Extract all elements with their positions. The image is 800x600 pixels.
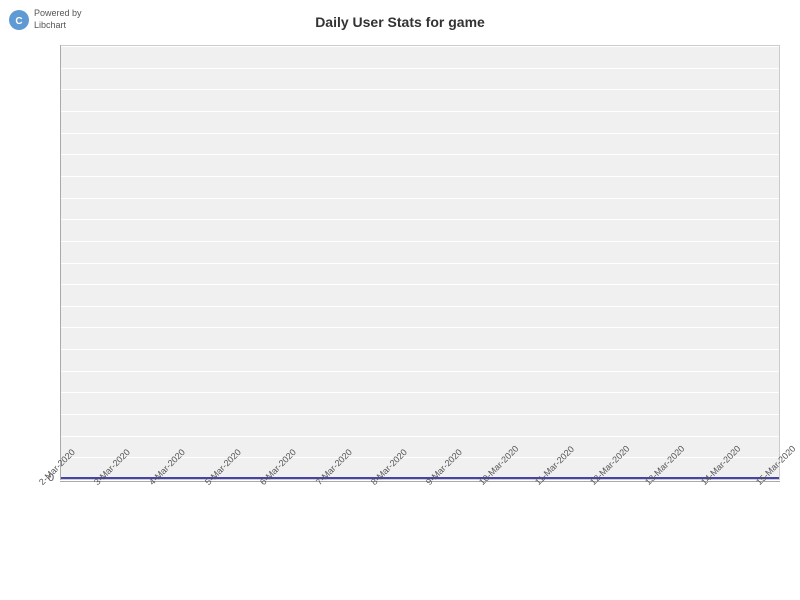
grid-line [61,263,779,264]
grid-line [61,68,779,69]
grid-line [61,111,779,112]
grid-line [61,176,779,177]
grid-line [61,414,779,415]
grid-line [61,154,779,155]
chart-title: Daily User Stats for game [0,14,800,30]
grid-line [61,89,779,90]
grid-line [61,436,779,437]
chart-container: C Powered by Libchart Daily User Stats f… [0,0,800,600]
grid-line [61,349,779,350]
grid-line [61,198,779,199]
chart-area [60,45,780,480]
grid-line [61,306,779,307]
grid-line [61,371,779,372]
grid-line [61,327,779,328]
grid-line [61,392,779,393]
x-axis-labels: 2-Mar-20203-Mar-20204-Mar-20205-Mar-2020… [60,480,780,590]
grid-line [61,219,779,220]
grid-line [61,133,779,134]
y-axis [60,45,61,480]
grid-line [61,241,779,242]
grid-line [61,284,779,285]
data-line [61,477,779,479]
grid-line [61,46,779,47]
